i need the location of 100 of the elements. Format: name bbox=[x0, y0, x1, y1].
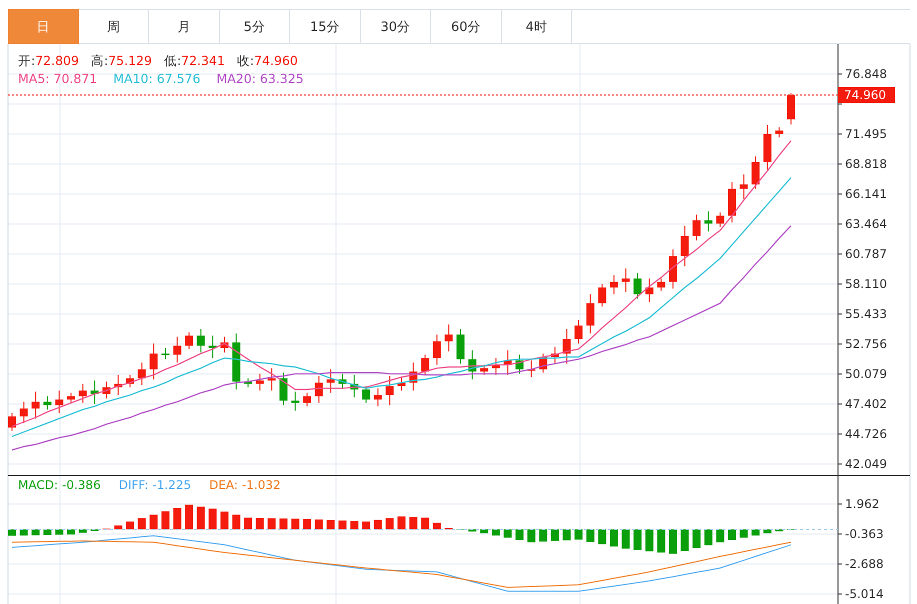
moving-average-label: MA20: bbox=[216, 71, 256, 86]
candlestick bbox=[492, 358, 500, 376]
candlestick bbox=[622, 268, 630, 292]
candlestick bbox=[586, 294, 594, 334]
candlestick bbox=[256, 373, 264, 392]
macd-bar bbox=[279, 518, 288, 530]
macd-bar bbox=[752, 529, 760, 536]
period-tab[interactable]: 月 bbox=[149, 9, 220, 44]
period-tab[interactable]: 30分 bbox=[360, 9, 431, 44]
quote-label: 开: bbox=[18, 53, 36, 70]
macd-bar bbox=[326, 520, 335, 530]
macd-legend-value: -1.225 bbox=[152, 478, 192, 492]
candlestick bbox=[432, 334, 441, 366]
candlestick bbox=[114, 374, 122, 396]
period-tab[interactable]: 60分 bbox=[431, 9, 502, 44]
macd-bar bbox=[220, 512, 228, 530]
price-axis-label: 63.464 bbox=[845, 217, 887, 231]
price-axis-label: 71.495 bbox=[845, 127, 887, 141]
macd-bar bbox=[386, 518, 394, 530]
macd-bar bbox=[350, 521, 358, 530]
candlestick bbox=[728, 182, 736, 223]
price-axis-label: 50.079 bbox=[845, 367, 887, 381]
macd-bar bbox=[78, 529, 87, 533]
macd-bar bbox=[196, 506, 205, 530]
candlestick bbox=[704, 210, 712, 232]
macd-bar bbox=[338, 520, 346, 530]
macd-bar bbox=[622, 529, 630, 549]
candlestick bbox=[303, 392, 312, 407]
candlestick bbox=[268, 368, 276, 392]
price-axis-label: 47.402 bbox=[845, 397, 887, 411]
macd-bar bbox=[716, 529, 724, 542]
price-axis-label: 42.049 bbox=[845, 457, 887, 471]
quote-label: 收: bbox=[236, 53, 254, 70]
macd-bar bbox=[161, 511, 170, 530]
candlestick bbox=[598, 284, 606, 308]
candlestick bbox=[232, 332, 240, 390]
candlestick bbox=[43, 396, 52, 410]
period-tab[interactable]: 5分 bbox=[220, 9, 290, 44]
candlestick bbox=[550, 346, 559, 364]
macd-bar bbox=[362, 522, 370, 530]
macd-bar bbox=[634, 529, 642, 550]
candlestick bbox=[362, 386, 370, 404]
candlestick bbox=[55, 390, 64, 414]
macd-bar bbox=[492, 529, 500, 536]
macd-bar bbox=[244, 518, 252, 530]
macd-bar bbox=[775, 529, 784, 532]
price-axis-label: 55.433 bbox=[845, 307, 887, 321]
macd-bar bbox=[303, 519, 312, 530]
candlestick bbox=[386, 376, 394, 406]
macd-bar bbox=[468, 529, 476, 532]
candlestick bbox=[78, 383, 87, 404]
macd-axis-label: -5.014 bbox=[845, 587, 884, 601]
period-tab[interactable]: 15分 bbox=[290, 9, 360, 44]
macd-bar bbox=[32, 529, 40, 536]
macd-bar bbox=[398, 516, 406, 530]
candlestick bbox=[574, 319, 583, 344]
macd-bar bbox=[527, 529, 536, 542]
macd-bar bbox=[516, 529, 524, 540]
candlestick bbox=[291, 391, 300, 412]
candlestick bbox=[314, 376, 323, 404]
candlestick bbox=[150, 343, 158, 380]
macd-bar bbox=[598, 529, 606, 544]
price-axis-label: 60.787 bbox=[845, 247, 887, 261]
quote-value: 74.960 bbox=[254, 53, 298, 70]
candlestick bbox=[527, 360, 536, 378]
macd-legend-label: DIFF: bbox=[118, 478, 148, 492]
period-tab[interactable]: 周 bbox=[78, 9, 149, 44]
macd-bar bbox=[291, 518, 300, 530]
moving-average-label: MA5: bbox=[18, 71, 50, 86]
price-axis-label: 68.818 bbox=[845, 157, 887, 171]
candlestick bbox=[32, 391, 40, 420]
quote-label: 高: bbox=[90, 53, 108, 70]
macd-bar bbox=[574, 529, 583, 540]
macd-bar bbox=[680, 529, 689, 551]
quote-value: 72.341 bbox=[181, 53, 225, 70]
period-tab[interactable]: 4时 bbox=[502, 9, 572, 44]
candlestick bbox=[680, 225, 689, 267]
macd-axis-label: -2.688 bbox=[845, 557, 884, 571]
candlestick bbox=[20, 401, 28, 424]
macd-bar bbox=[480, 529, 488, 534]
macd-bar bbox=[740, 529, 748, 538]
price-axis-label: 76.848 bbox=[845, 67, 887, 81]
candlestick bbox=[350, 374, 358, 398]
candlestick bbox=[244, 378, 252, 388]
macd-bar bbox=[55, 529, 64, 535]
macd-bar bbox=[539, 529, 548, 542]
price-axis-label: 52.756 bbox=[845, 337, 887, 351]
candlestick bbox=[692, 214, 701, 241]
candlestick bbox=[716, 212, 724, 228]
price-axis-label: 44.726 bbox=[845, 427, 887, 441]
macd-bar bbox=[43, 529, 52, 535]
candlestick bbox=[185, 332, 194, 350]
candlestick bbox=[161, 348, 170, 360]
macd-bar bbox=[314, 520, 323, 530]
candlestick bbox=[504, 350, 512, 376]
candlestick bbox=[338, 373, 346, 389]
macd-bar bbox=[268, 518, 276, 530]
macd-bar bbox=[728, 529, 736, 540]
macd-bar bbox=[409, 517, 418, 530]
macd-legend-value: -0.386 bbox=[62, 478, 101, 492]
